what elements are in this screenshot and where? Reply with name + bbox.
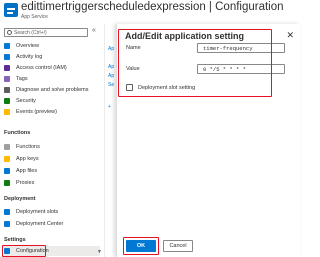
deploy-center-icon: [4, 221, 10, 227]
iam-icon: [4, 65, 10, 71]
page-subtitle: App Service: [21, 14, 48, 20]
sidebar-item-label: Proxies: [16, 180, 35, 186]
files-icon: [4, 168, 10, 174]
sidebar-item-label: Tags: [16, 76, 28, 82]
collapse-sidebar-button[interactable]: «: [92, 27, 96, 34]
page-header: edittimertriggerscheduledexpression | Co…: [0, 0, 300, 24]
sidebar-item-label: Overview: [16, 43, 39, 49]
sidebar-item-activity-log[interactable]: Activity log: [4, 52, 100, 62]
sidebar-item-diagnose[interactable]: Diagnose and solve problems: [4, 85, 100, 95]
sidebar-item-iam[interactable]: Access control (IAM): [4, 63, 100, 73]
background-text-fragment: Se: [108, 82, 115, 88]
sidebar-item-label: App keys: [16, 156, 39, 162]
section-header-deployment: Deployment: [4, 196, 36, 202]
sidebar-item-label: Functions: [16, 144, 40, 150]
diagnose-icon: [4, 87, 10, 93]
sidebar-item-deployment-slots[interactable]: Deployment slots: [4, 207, 100, 217]
slots-icon: [4, 209, 10, 215]
background-add-fragment: +: [108, 104, 111, 110]
sidebar-item-label: Access control (IAM): [16, 65, 67, 71]
sidebar-item-tags[interactable]: Tags: [4, 74, 100, 84]
sidebar-item-label: Deployment Center: [16, 221, 64, 227]
section-header-settings: Settings: [4, 237, 26, 243]
scroll-down-icon[interactable]: ▼: [97, 249, 102, 255]
background-tab-fragment: Ap: [108, 46, 115, 52]
search-icon: [7, 30, 12, 35]
background-text-fragment: Ap: [108, 64, 115, 70]
ok-highlight-box: [123, 237, 159, 255]
sidebar-item-label: Security: [16, 98, 36, 104]
activity-log-icon: [4, 54, 10, 60]
search-input[interactable]: Search (Ctrl+/): [4, 28, 88, 37]
functions-icon: [4, 144, 10, 150]
proxies-icon: [4, 180, 10, 186]
sidebar-item-label: Diagnose and solve problems: [16, 87, 89, 93]
dialog-highlight-box: [118, 29, 272, 97]
sidebar: Search (Ctrl+/) « Overview Activity log …: [0, 24, 105, 257]
cancel-button[interactable]: Cancel: [163, 240, 193, 252]
events-icon: [4, 109, 10, 115]
overview-icon: [4, 43, 10, 49]
close-icon[interactable]: ✕: [286, 30, 294, 41]
sidebar-item-app-files[interactable]: App files: [4, 166, 100, 176]
page-title: edittimertriggerscheduledexpression | Co…: [21, 1, 284, 13]
sidebar-item-functions[interactable]: Functions: [4, 142, 100, 152]
search-placeholder: Search (Ctrl+/): [14, 30, 47, 36]
sidebar-item-overview[interactable]: Overview: [4, 41, 100, 51]
section-header-functions: Functions: [4, 130, 31, 136]
sidebar-item-security[interactable]: Security: [4, 96, 100, 106]
sidebar-item-label: Events (preview): [16, 109, 57, 115]
sidebar-item-app-keys[interactable]: App keys: [4, 154, 100, 164]
sidebar-item-label: Activity log: [16, 54, 43, 60]
sidebar-item-label: Deployment slots: [16, 209, 59, 215]
app-service-icon: [4, 3, 18, 17]
security-icon: [4, 98, 10, 104]
sidebar-item-deployment-center[interactable]: Deployment Center: [4, 219, 100, 229]
key-icon: [4, 156, 10, 162]
sidebar-item-proxies[interactable]: Proxies: [4, 178, 100, 188]
background-text-fragment: Ap: [108, 73, 115, 79]
sidebar-item-events[interactable]: Events (preview): [4, 107, 100, 117]
sidebar-item-label: App files: [16, 168, 38, 174]
tag-icon: [4, 76, 10, 82]
configuration-highlight-box: [2, 245, 46, 257]
